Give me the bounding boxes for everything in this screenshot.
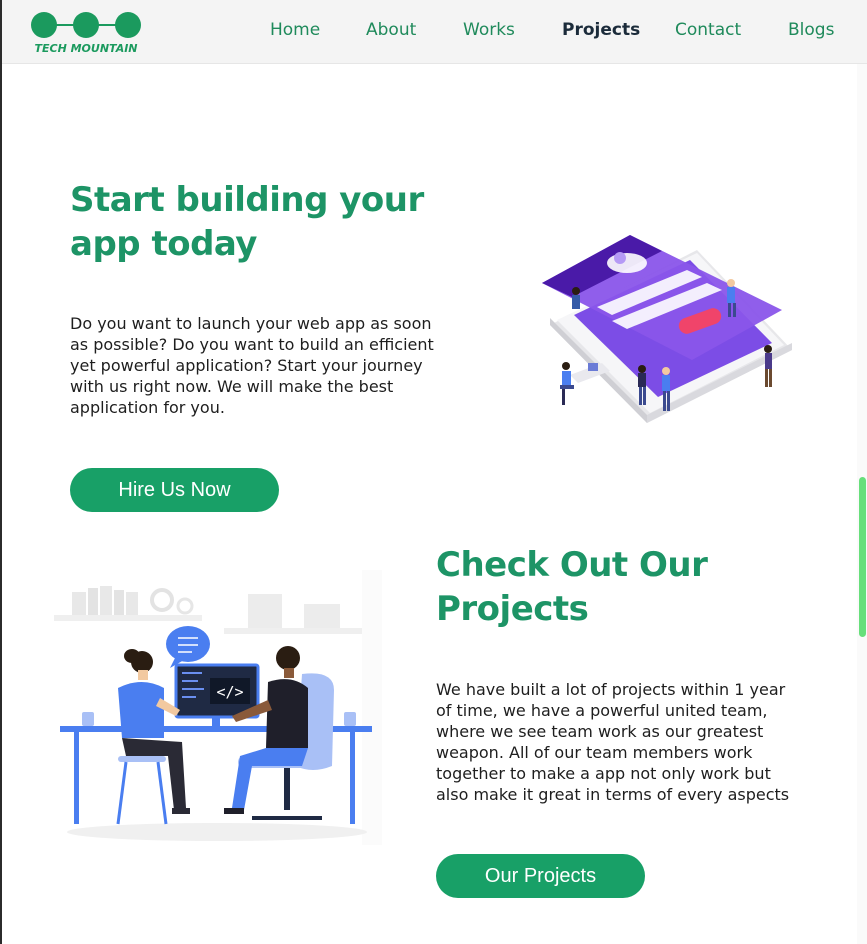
app-building-illustration: [542, 235, 792, 423]
site-header: TECH MOUNTAIN Home About Works Projects …: [2, 0, 867, 64]
nav-about[interactable]: About: [366, 20, 416, 40]
code-glyph: </>: [216, 683, 243, 701]
nav-contact[interactable]: Contact: [675, 20, 741, 40]
team-coding-illustration: </>: [52, 570, 382, 845]
hero-description: Do you want to launch your web app as so…: [70, 314, 434, 417]
nav-home[interactable]: Home: [270, 20, 320, 40]
main-nav: Home About Works Projects Contact Blogs: [2, 20, 867, 46]
nav-blogs[interactable]: Blogs: [788, 20, 834, 40]
page-scrollbar[interactable]: [857, 64, 867, 944]
projects-description: We have built a lot of projects within 1…: [436, 680, 790, 804]
scrollbar-thumb[interactable]: [859, 477, 866, 637]
hire-us-now-button[interactable]: Hire Us Now: [70, 468, 279, 512]
nav-works[interactable]: Works: [463, 20, 515, 40]
projects-title: Check Out Our Projects: [436, 545, 708, 629]
our-projects-button[interactable]: Our Projects: [436, 854, 645, 898]
nav-projects[interactable]: Projects: [562, 20, 640, 40]
hero-title: Start building your app today: [70, 180, 424, 264]
